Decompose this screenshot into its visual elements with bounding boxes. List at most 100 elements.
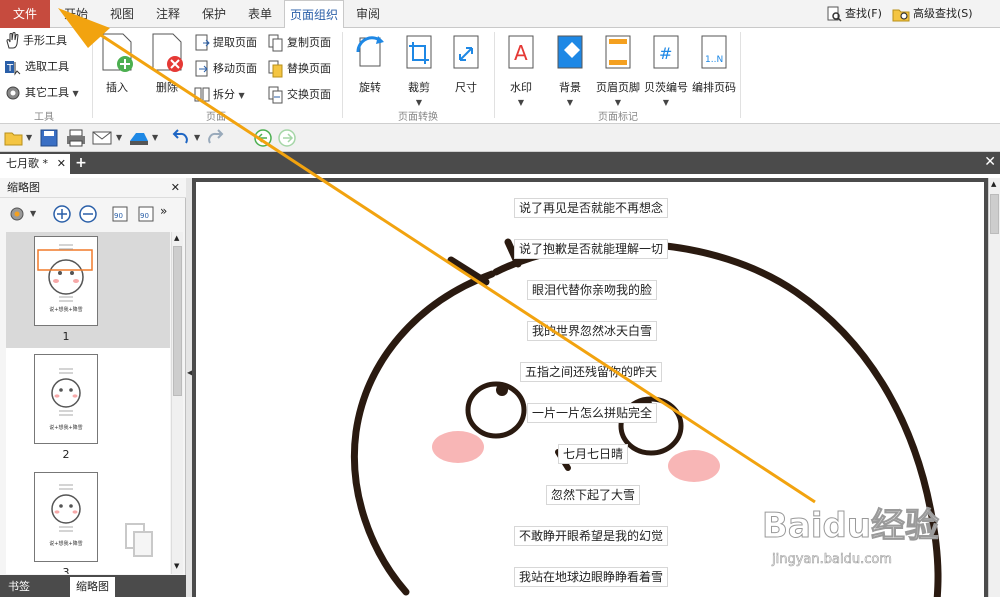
undo-icon[interactable] — [172, 129, 190, 147]
panel-scrollbar[interactable]: ▲ ▼ — [171, 232, 183, 574]
tab-file[interactable]: 文件 — [0, 0, 50, 28]
lyric-line: 说了再见是否就能不再想念 — [514, 198, 669, 218]
move-page-button[interactable]: 移动页面 — [194, 58, 257, 80]
rotate-right-icon[interactable]: 90 — [136, 204, 156, 224]
chevron-down-icon[interactable]: ▼ — [152, 133, 158, 142]
tab-form[interactable]: 表单 — [238, 0, 282, 28]
ribbon: 手形工具 T 选取工具 其它工具 ▼ 工具 插入 删除 提取页面 移动页面 拆分 … — [0, 28, 1000, 124]
hash-icon: # — [653, 35, 679, 69]
header-footer-label: 页眉页脚 — [596, 81, 640, 94]
chevron-down-icon[interactable]: ▼ — [116, 133, 122, 142]
chevron-down-icon[interactable]: ▼ — [26, 133, 32, 142]
other-tools-button[interactable]: 其它工具 ▼ — [4, 82, 79, 104]
rotate-button[interactable]: 旋转 — [347, 32, 393, 95]
bates-numbering-button[interactable]: # 贝茨编号 ▼ — [643, 32, 689, 108]
document-tab[interactable]: 七月歌 * ✕ — [0, 154, 70, 174]
scroll-up-icon[interactable]: ▲ — [991, 180, 996, 188]
previous-view-icon[interactable] — [254, 129, 272, 147]
gear-icon[interactable] — [8, 205, 28, 223]
add-tab-icon[interactable]: + — [74, 155, 88, 171]
watermark-url: jingyan.baidu.com — [772, 552, 893, 568]
chevron-down-icon: ▼ — [517, 98, 525, 107]
copy-page-button[interactable]: 复制页面 — [268, 32, 331, 54]
page-numbering-button[interactable]: 1..N 编排页码 — [691, 32, 737, 95]
thumbnail-number: 3 — [62, 566, 70, 574]
page-thumbnail: 说+想我+降雪 — [34, 236, 98, 326]
zoom-in-icon[interactable] — [52, 204, 72, 224]
lyric-line: 七月七日晴 — [558, 444, 629, 464]
next-view-icon[interactable] — [278, 129, 296, 147]
scrollbar-thumb[interactable] — [990, 194, 999, 234]
chevron-down-icon[interactable]: ▼ — [30, 209, 36, 218]
tab-thumbnails[interactable]: 缩略图 — [70, 577, 115, 597]
insert-page-button[interactable]: 插入 — [94, 32, 140, 95]
page-size-button[interactable]: 尺寸 — [443, 32, 489, 95]
panel-header: 缩略图 ✕ — [0, 178, 186, 198]
thumbnail-item[interactable]: 说+想我+降雪 1 — [6, 232, 170, 348]
thumbnail-item[interactable]: 说+想我+降雪 3 — [6, 468, 170, 574]
replace-page-icon — [268, 60, 283, 78]
header-footer-button[interactable]: 页眉页脚 ▼ — [595, 32, 641, 108]
close-icon[interactable]: ✕ — [171, 178, 180, 198]
find-button[interactable]: 查找(F) — [826, 5, 882, 23]
extract-page-button[interactable]: 提取页面 — [194, 32, 257, 54]
hand-tool-label: 手形工具 — [23, 34, 67, 47]
tab-view[interactable]: 视图 — [100, 0, 144, 28]
advanced-find-label: 高级查找(S) — [913, 7, 973, 20]
thumbnail-number: 1 — [62, 330, 70, 343]
thumbnail-item[interactable]: 说+想我+降雪 2 — [6, 350, 170, 466]
scroll-up-icon[interactable]: ▲ — [174, 234, 179, 242]
print-icon[interactable] — [66, 129, 86, 147]
move-page-icon — [195, 60, 208, 77]
rotate-left-icon[interactable]: 90 — [110, 204, 130, 224]
crop-icon — [406, 35, 432, 69]
tab-comment[interactable]: 注释 — [146, 0, 190, 28]
replace-page-button[interactable]: 替换页面 — [268, 58, 331, 80]
close-icon[interactable]: ✕ — [57, 154, 66, 174]
thumbnail-preview: 说+想我+降雪 — [49, 484, 83, 547]
extract-page-icon — [195, 34, 210, 51]
swap-page-button[interactable]: 交换页面 — [268, 84, 331, 106]
save-icon[interactable] — [40, 129, 58, 147]
crop-button[interactable]: 裁剪 ▼ — [396, 32, 442, 108]
find-icon — [827, 6, 842, 22]
panel-toolbar: ▼ 90 90 » — [0, 200, 186, 228]
chevron-down-icon[interactable]: ▼ — [194, 133, 200, 142]
tab-review[interactable]: 审阅 — [346, 0, 390, 28]
double-chevron-down-icon[interactable]: » — [160, 204, 167, 218]
watermark-icon: A — [508, 35, 534, 69]
email-icon[interactable] — [92, 129, 112, 147]
tab-bookmarks[interactable]: 书签 — [2, 577, 36, 597]
tab-protect[interactable]: 保护 — [192, 0, 236, 28]
group-label-marks: 页面标记 — [598, 112, 638, 123]
split-icon — [194, 87, 210, 102]
tab-home[interactable]: 开始 — [54, 0, 98, 28]
delete-page-button[interactable]: 删除 — [144, 32, 190, 95]
close-icon[interactable]: ✕ — [984, 154, 996, 170]
document-scrollbar[interactable]: ▲ — [988, 178, 1000, 597]
rotate-label: 旋转 — [359, 81, 381, 94]
redo-icon[interactable] — [206, 129, 224, 147]
group-label-pages: 页面 — [206, 112, 226, 123]
copy-page-icon — [268, 34, 283, 52]
scrollbar-thumb[interactable] — [173, 246, 182, 396]
watermark-button[interactable]: A 水印 ▼ — [498, 32, 544, 108]
background-button[interactable]: 背景 ▼ — [547, 32, 593, 108]
extract-label: 提取页面 — [213, 36, 257, 49]
baidu-watermark: Baidu经验 jingyan.baidu.com — [761, 490, 962, 580]
scanner-icon[interactable] — [128, 129, 150, 147]
gear-icon — [6, 86, 20, 100]
advanced-find-button[interactable]: 高级查找(S) — [892, 5, 973, 23]
lyric-line: 一片一片怎么拼贴完全 — [527, 403, 658, 423]
hand-tool-button[interactable]: 手形工具 — [4, 30, 67, 52]
thumbnail-number: 2 — [62, 448, 70, 461]
scroll-down-icon[interactable]: ▼ — [174, 562, 179, 570]
group-label-tools: 工具 — [34, 112, 54, 123]
resize-icon — [453, 35, 479, 69]
zoom-out-icon[interactable] — [78, 204, 98, 224]
select-tool-button[interactable]: T 选取工具 — [4, 56, 69, 78]
open-folder-icon[interactable] — [4, 129, 24, 147]
tab-page-organize[interactable]: 页面组织 — [284, 0, 344, 29]
svg-text:T: T — [6, 63, 14, 74]
split-button[interactable]: 拆分 ▼ — [194, 84, 245, 106]
